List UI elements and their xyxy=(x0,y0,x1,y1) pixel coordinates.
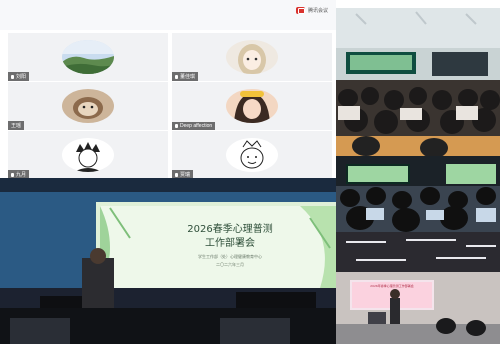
cat-avatar xyxy=(62,89,114,123)
girl-photo-avatar xyxy=(226,89,278,123)
small-classroom-photo: 2026年春季心理普测工作部署会 xyxy=(336,232,500,344)
mic-icon xyxy=(175,74,178,79)
participant-tile[interactable]: 王瑶 xyxy=(8,82,168,130)
slide-title-1: 2026春季心理普测 xyxy=(187,224,273,235)
participant-name: 贾瑞 xyxy=(172,170,194,178)
participant-name-text: 董佳琪 xyxy=(180,74,196,80)
participant-name: 董佳琪 xyxy=(172,72,199,81)
classroom-photo xyxy=(336,156,500,232)
lecture-hall-photo xyxy=(336,8,500,156)
slide-title-2: 工作部署会 xyxy=(205,238,255,249)
participant-name: 刘阳 xyxy=(8,72,30,81)
slide-date: 二〇二六年三月 xyxy=(216,262,244,267)
video-meeting-grid: 腾讯会议 刘阳 董佳琪 王瑶 Deep affection 九月 贾瑞 xyxy=(0,0,336,178)
doodle-face-avatar xyxy=(226,138,278,172)
sketch-boy-avatar xyxy=(62,138,114,172)
participant-tile[interactable]: 董佳琪 xyxy=(172,33,332,81)
slide-subtitle: 学生工作部（处）心理健康教育中心 xyxy=(198,254,262,259)
meeting-brand: 腾讯会议 xyxy=(295,7,328,14)
participant-name-text: 王瑶 xyxy=(11,123,22,129)
participant-name: Deep affection xyxy=(172,122,216,130)
classroom-screen-text: 2026年春季心理普测工作部署会 xyxy=(370,284,414,288)
top-strip xyxy=(336,0,500,8)
participant-tile[interactable]: 刘阳 xyxy=(8,33,168,81)
mic-icon xyxy=(175,123,178,128)
mic-icon xyxy=(11,172,14,177)
participant-name: 九月 xyxy=(8,170,30,178)
meeting-topbar: 腾讯会议 xyxy=(0,0,336,30)
mic-icon xyxy=(11,74,14,79)
participant-tile[interactable]: 贾瑞 xyxy=(172,131,332,178)
video-camera-icon xyxy=(295,7,305,14)
participant-tile[interactable]: Deep affection xyxy=(172,82,332,130)
mic-icon xyxy=(175,172,178,177)
brand-name: 腾讯会议 xyxy=(307,8,328,14)
participant-name: 王瑶 xyxy=(8,121,25,130)
participant-name-text: Deep affection xyxy=(180,123,213,129)
anime-girl-avatar xyxy=(226,40,278,74)
landscape-avatar xyxy=(62,40,114,74)
presentation-photo: 2026春季心理普测 工作部署会 学生工作部（处）心理健康教育中心 二〇二六年三… xyxy=(0,178,336,344)
participant-name-text: 刘阳 xyxy=(16,74,27,80)
participant-tile[interactable]: 九月 xyxy=(8,131,168,178)
